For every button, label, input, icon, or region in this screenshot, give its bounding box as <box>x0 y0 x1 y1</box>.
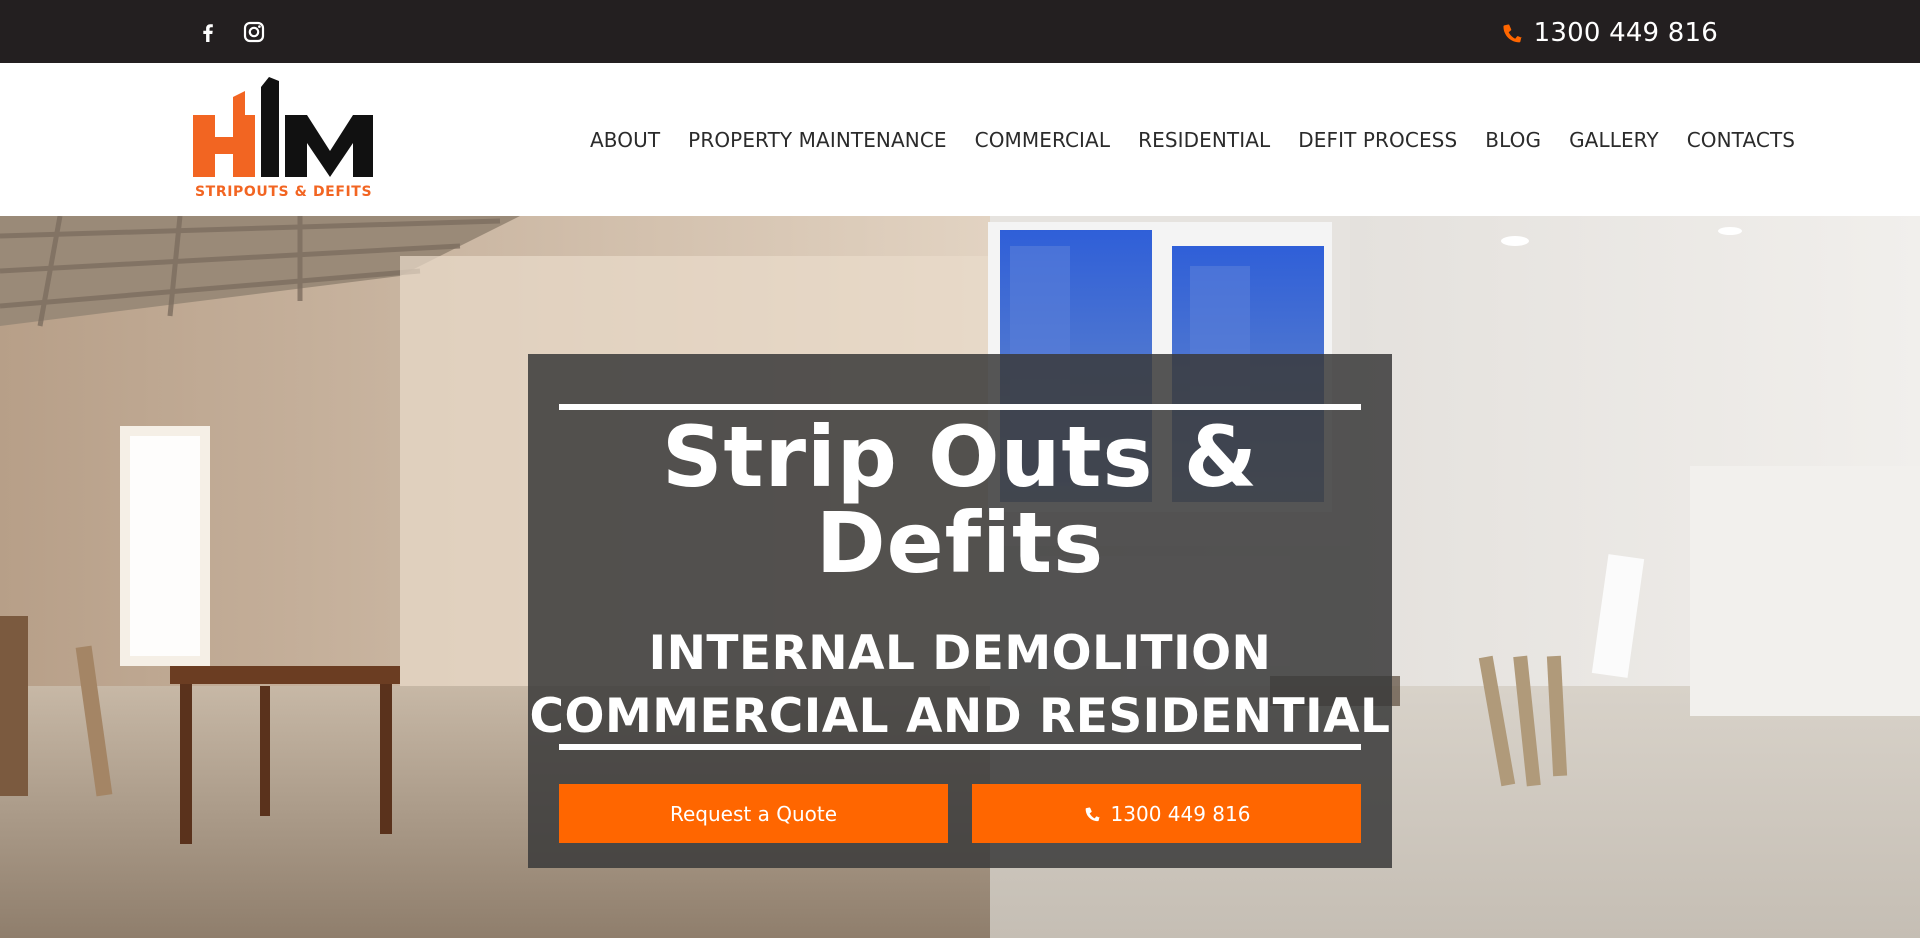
nav-commercial[interactable]: COMMERCIAL <box>975 128 1110 152</box>
facebook-link[interactable] <box>196 20 220 44</box>
instagram-icon <box>243 21 265 43</box>
phone-icon <box>1500 20 1526 46</box>
top-phone-link[interactable]: 1300 449 816 <box>1500 16 1718 50</box>
site-header: STRIPOUTS & DEFITS ABOUT PROPERTY MAINTE… <box>0 63 1920 216</box>
top-bar: 1300 449 816 <box>0 0 1920 63</box>
hero-card: Strip Outs & Defits INTERNAL DEMOLITION … <box>528 354 1392 868</box>
facebook-icon <box>203 24 213 42</box>
call-phone-button[interactable]: 1300 449 816 <box>972 784 1361 843</box>
hero-section: Strip Outs & Defits INTERNAL DEMOLITION … <box>0 216 1920 938</box>
hero-subtitle-line1: INTERNAL DEMOLITION <box>648 626 1272 681</box>
hero-title: Strip Outs & Defits <box>528 414 1392 586</box>
nav-blog[interactable]: BLOG <box>1485 128 1541 152</box>
social-links <box>196 20 266 44</box>
hm-logo-icon: STRIPOUTS & DEFITS <box>183 73 428 208</box>
top-phone-number: 1300 449 816 <box>1533 18 1718 48</box>
request-quote-label: Request a Quote <box>669 801 837 826</box>
nav-about[interactable]: ABOUT <box>590 128 660 152</box>
hero-subtitle: INTERNAL DEMOLITION COMMERCIAL AND RESID… <box>528 622 1392 748</box>
main-navigation: ABOUT PROPERTY MAINTENANCE COMMERCIAL RE… <box>590 125 1795 155</box>
site-logo[interactable]: STRIPOUTS & DEFITS <box>183 73 428 208</box>
hero-title-line2: Defits <box>815 494 1105 592</box>
call-phone-label: 1300 449 816 <box>1110 801 1251 826</box>
hero-title-line1: Strip Outs & <box>661 408 1259 506</box>
phone-icon <box>1083 804 1103 824</box>
hero-bottom-rule <box>559 744 1361 750</box>
svg-text:STRIPOUTS & DEFITS: STRIPOUTS & DEFITS <box>195 184 372 200</box>
hero-subtitle-line2: COMMERCIAL AND RESIDENTIAL <box>529 689 1391 744</box>
nav-property-maintenance[interactable]: PROPERTY MAINTENANCE <box>688 128 946 152</box>
nav-gallery[interactable]: GALLERY <box>1569 128 1659 152</box>
instagram-link[interactable] <box>242 20 266 44</box>
request-quote-button[interactable]: Request a Quote <box>559 784 948 843</box>
nav-contacts[interactable]: CONTACTS <box>1687 128 1795 152</box>
nav-residential[interactable]: RESIDENTIAL <box>1138 128 1270 152</box>
nav-defit-process[interactable]: DEFIT PROCESS <box>1298 128 1457 152</box>
